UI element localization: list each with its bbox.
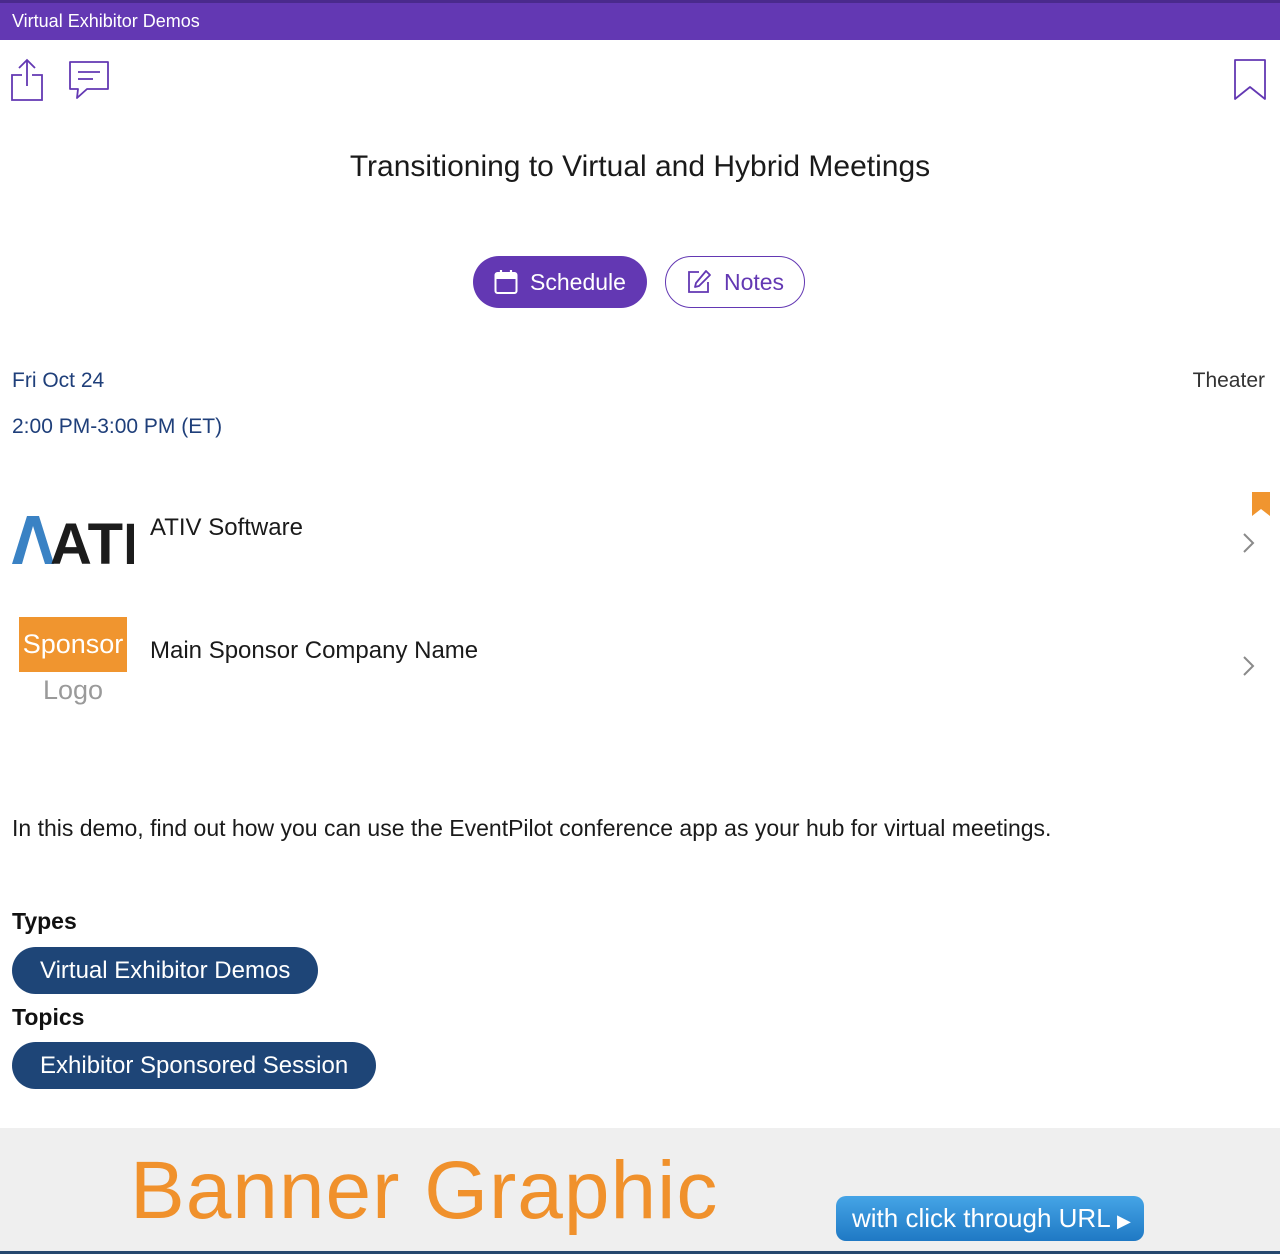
bookmark-button[interactable] bbox=[1232, 58, 1268, 102]
types-heading: Types bbox=[12, 908, 77, 934]
notes-button[interactable]: Notes bbox=[665, 256, 805, 308]
share-button[interactable] bbox=[10, 56, 44, 102]
play-arrow-icon: ▶ bbox=[1116, 1211, 1131, 1231]
exhibitor-name: ATIV Software bbox=[150, 514, 303, 541]
session-description: In this demo, find out how you can use t… bbox=[12, 815, 1052, 841]
ativ-logo: ATIV bbox=[12, 514, 134, 566]
banner-link-label: with click through URL bbox=[852, 1203, 1110, 1233]
chevron-right-icon bbox=[1243, 656, 1255, 676]
edit-note-icon bbox=[688, 270, 711, 293]
banner-link-button[interactable]: with click through URL ▶ bbox=[836, 1196, 1144, 1241]
exhibitor-name: Main Sponsor Company Name bbox=[150, 637, 479, 664]
share-icon bbox=[11, 58, 43, 101]
session-room: Theater bbox=[1192, 369, 1265, 392]
ativ-logo-text: ATIV bbox=[50, 514, 134, 566]
topics-heading: Topics bbox=[12, 1004, 85, 1030]
schedule-button[interactable]: Schedule bbox=[473, 256, 647, 308]
session-title: Transitioning to Virtual and Hybrid Meet… bbox=[349, 150, 931, 183]
chevron-right-icon bbox=[1243, 533, 1255, 553]
top-bar: Virtual Exhibitor Demos bbox=[0, 0, 1280, 40]
sponsor-logo-text: Sponsor bbox=[19, 617, 127, 672]
bookmark-flag-icon bbox=[1252, 492, 1270, 516]
comment-button[interactable] bbox=[67, 59, 111, 101]
type-tag[interactable]: Virtual Exhibitor Demos bbox=[12, 947, 319, 994]
session-time: 2:00 PM-3:00 PM (ET) bbox=[12, 415, 223, 438]
bookmark-icon bbox=[1234, 59, 1266, 100]
topic-tag[interactable]: Exhibitor Sponsored Session bbox=[12, 1042, 377, 1089]
top-bar-title: Virtual Exhibitor Demos bbox=[12, 11, 200, 31]
session-date: Fri Oct 24 bbox=[12, 369, 105, 392]
exhibitor-row-ativ[interactable]: ATIV ATIV Software bbox=[0, 490, 1280, 590]
schedule-button-label: Schedule bbox=[530, 268, 626, 295]
banner-text: Banner Graphic bbox=[130, 1145, 719, 1236]
notes-button-label: Notes bbox=[723, 268, 785, 295]
banner-ad[interactable]: Banner Graphic with click through URL ▶ bbox=[0, 1128, 1280, 1254]
exhibitor-row-sponsor[interactable]: Sponsor Logo Main Sponsor Company Name bbox=[0, 605, 1280, 720]
sponsor-logo-subtext: Logo bbox=[42, 675, 104, 705]
calendar-icon bbox=[494, 270, 518, 294]
comment-icon bbox=[69, 61, 109, 99]
sponsor-logo: Sponsor Logo bbox=[19, 617, 127, 712]
